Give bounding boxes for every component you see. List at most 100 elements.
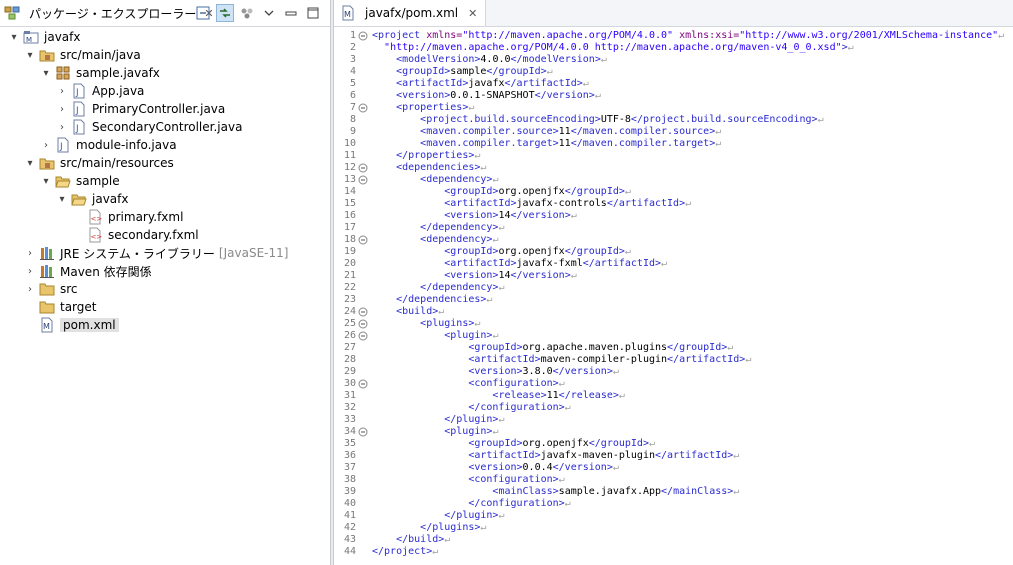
code-line[interactable]: <version>3.8.0</version>↵ <box>372 366 619 377</box>
code-line[interactable]: <dependency>↵ <box>372 174 498 185</box>
tree-item-pom-xml[interactable]: M pom.xml <box>39 316 119 334</box>
fold-toggle-icon[interactable] <box>358 331 368 341</box>
code-line[interactable]: <artifactId>javafx-fxml</artifactId>↵ <box>372 258 667 269</box>
code-line[interactable]: <groupId>sample</groupId>↵ <box>372 66 553 77</box>
code-line[interactable]: </project>↵ <box>372 546 438 557</box>
chevron-right-icon[interactable]: › <box>56 85 68 97</box>
tree-item-folder-sample[interactable]: ▾ sample <box>40 172 119 190</box>
code-line[interactable]: </properties>↵ <box>372 150 480 161</box>
tree-item-secondary-fxml[interactable]: <> secondary.fxml <box>87 226 199 244</box>
tree-item-app-java[interactable]: › J App.java <box>56 82 144 100</box>
tree-item-primary-fxml[interactable]: <> primary.fxml <box>87 208 183 226</box>
code-line[interactable]: <artifactId>maven-compiler-plugin</artif… <box>372 354 751 365</box>
code-line[interactable]: <artifactId>javafx</artifactId>↵ <box>372 78 589 89</box>
link-with-editor-icon[interactable] <box>216 4 234 22</box>
chevron-right-icon[interactable]: › <box>24 283 36 295</box>
code-line[interactable]: <groupId>org.openjfx</groupId>↵ <box>372 246 631 257</box>
code-line[interactable]: <groupId>org.openjfx</groupId>↵ <box>372 186 631 197</box>
maximize-icon[interactable] <box>304 4 322 22</box>
tree-item-package-sample-javafx[interactable]: ▾ sample.javafx <box>40 64 159 82</box>
code-line[interactable]: <plugins>↵ <box>372 318 480 329</box>
code-line[interactable]: <modelVersion>4.0.0</modelVersion>↵ <box>372 54 607 65</box>
chevron-right-icon[interactable]: › <box>24 247 36 259</box>
tree-item-primary-controller-java[interactable]: › J PrimaryController.java <box>56 100 225 118</box>
code-line[interactable]: </build>↵ <box>372 534 450 545</box>
code-line[interactable]: <plugin>↵ <box>372 330 498 341</box>
code-line[interactable]: <maven.compiler.target>11</maven.compile… <box>372 138 721 149</box>
code-line[interactable]: "http://maven.apache.org/POM/4.0.0 http:… <box>372 42 854 53</box>
code-line[interactable]: <release>11</release>↵ <box>372 390 625 401</box>
code-line[interactable]: </plugin>↵ <box>372 414 504 425</box>
chevron-down-icon[interactable]: ▾ <box>40 67 52 79</box>
fold-toggle-icon[interactable] <box>358 163 368 173</box>
tree-item-maven-dependencies[interactable]: › Maven 依存関係 <box>24 262 152 280</box>
tree-item-folder-javafx[interactable]: ▾ javafx <box>56 190 128 208</box>
chevron-right-icon[interactable]: › <box>40 139 52 151</box>
code-line[interactable]: <build>↵ <box>372 306 444 317</box>
tree-item-jre-system-library[interactable]: › JRE システム・ライブラリー [JavaSE-11] <box>24 244 288 262</box>
close-icon[interactable]: ✕ <box>468 7 477 20</box>
tree-item-module-info-java[interactable]: › J module-info.java <box>40 136 177 154</box>
chevron-down-icon[interactable]: ▾ <box>40 175 52 187</box>
tree-item-secondary-controller-java[interactable]: › J SecondaryController.java <box>56 118 242 136</box>
code-line[interactable]: </dependency>↵ <box>372 222 504 233</box>
code-line[interactable]: </dependencies>↵ <box>372 294 492 305</box>
minimize-icon[interactable] <box>282 4 300 22</box>
code-line[interactable]: <version>0.0.1-SNAPSHOT</version>↵ <box>372 90 601 101</box>
maven-pom-file-icon: M <box>340 5 356 21</box>
code-line[interactable]: </configuration>↵ <box>372 498 570 509</box>
code-line[interactable]: <version>14</version>↵ <box>372 210 577 221</box>
fold-toggle-icon[interactable] <box>358 31 368 41</box>
fold-toggle-icon[interactable] <box>358 175 368 185</box>
code-line[interactable]: <configuration>↵ <box>372 378 564 389</box>
code-line[interactable]: <artifactId>javafx-controls</artifactId>… <box>372 198 691 209</box>
line-number: 25 <box>343 318 356 329</box>
line-number: 22 <box>343 282 356 293</box>
code-line[interactable]: <mainClass>sample.javafx.App</mainClass>… <box>372 486 739 497</box>
tree-item-javafx-project[interactable]: ▾ M javafx <box>8 28 80 46</box>
line-number: 27 <box>343 342 356 353</box>
tree-item-src-main-java[interactable]: ▾ src/main/java <box>24 46 140 64</box>
fold-toggle-icon[interactable] <box>358 379 368 389</box>
tree-item-folder-target[interactable]: target <box>39 298 97 316</box>
chevron-right-icon[interactable]: › <box>56 121 68 133</box>
view-menu-icon[interactable] <box>260 4 278 22</box>
code-line[interactable]: <project xmlns="http://maven.apache.org/… <box>372 30 1004 41</box>
code-line[interactable]: <version>0.0.4</version>↵ <box>372 462 619 473</box>
code-line[interactable]: <maven.compiler.source>11</maven.compile… <box>372 126 721 137</box>
code-line[interactable]: <artifactId>javafx-maven-plugin</artifac… <box>372 450 739 461</box>
tab-package-explorer[interactable]: パッケージ・エクスプローラー ✕ <box>0 0 220 26</box>
focus-task-icon[interactable] <box>238 4 256 22</box>
code-line[interactable]: <dependencies>↵ <box>372 162 486 173</box>
code-line[interactable]: <groupId>org.openjfx</groupId>↵ <box>372 438 655 449</box>
chevron-right-icon[interactable]: › <box>24 265 36 277</box>
code-line[interactable]: </plugin>↵ <box>372 510 504 521</box>
code-line[interactable]: <properties>↵ <box>372 102 474 113</box>
tree-item-folder-src[interactable]: › src <box>24 280 78 298</box>
fold-toggle-icon[interactable] <box>358 307 368 317</box>
code-line[interactable]: </configuration>↵ <box>372 402 570 413</box>
chevron-down-icon[interactable]: ▾ <box>24 157 36 169</box>
code-line[interactable]: <project.build.sourceEncoding>UTF-8</pro… <box>372 114 823 125</box>
fold-toggle-icon[interactable] <box>358 235 368 245</box>
code-line[interactable]: <version>14</version>↵ <box>372 270 577 281</box>
fold-toggle-icon[interactable] <box>358 427 368 437</box>
fold-toggle-icon[interactable] <box>358 319 368 329</box>
source-folder-icon <box>39 47 55 63</box>
tree-item-src-main-resources[interactable]: ▾ src/main/resources <box>24 154 173 172</box>
folder-icon <box>39 299 55 315</box>
code-line[interactable]: </dependency>↵ <box>372 282 504 293</box>
code-line[interactable]: <groupId>org.apache.maven.plugins</group… <box>372 342 733 353</box>
chevron-down-icon[interactable]: ▾ <box>24 49 36 61</box>
tab-pom-xml[interactable]: M javafx/pom.xml ✕ <box>334 0 487 26</box>
code-line[interactable]: </plugins>↵ <box>372 522 486 533</box>
chevron-down-icon[interactable]: ▾ <box>56 193 68 205</box>
code-line[interactable]: <dependency>↵ <box>372 234 498 245</box>
chevron-down-icon[interactable]: ▾ <box>8 31 20 43</box>
tree-item-label: SecondaryController.java <box>92 120 243 134</box>
fold-toggle-icon[interactable] <box>358 103 368 113</box>
code-line[interactable]: <plugin>↵ <box>372 426 498 437</box>
chevron-right-icon[interactable]: › <box>56 103 68 115</box>
code-line[interactable]: <configuration>↵ <box>372 474 564 485</box>
collapse-all-icon[interactable] <box>194 4 212 22</box>
